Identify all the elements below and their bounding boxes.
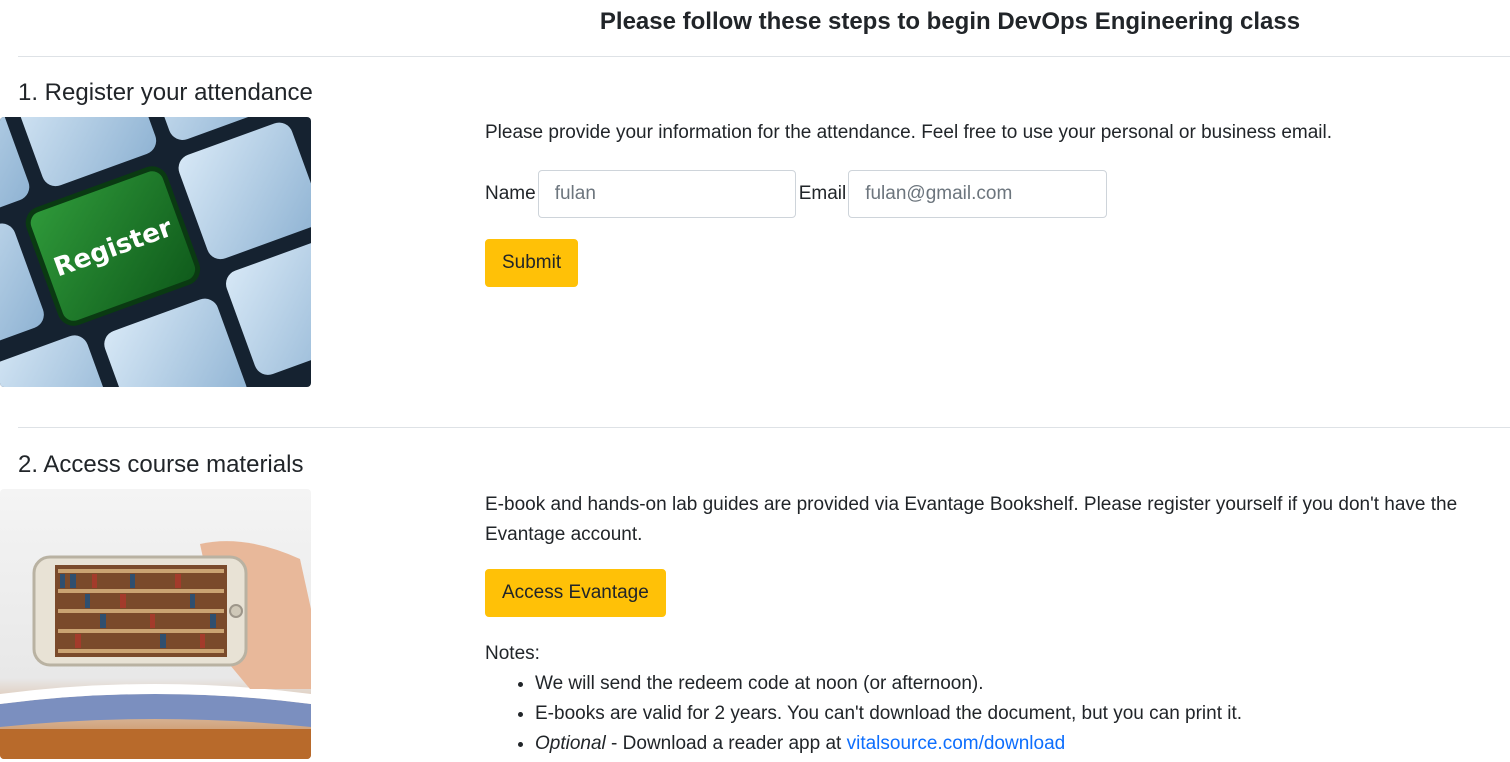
email-input[interactable] (848, 170, 1108, 218)
optional-label: Optional (535, 733, 606, 754)
name-label: Name (485, 183, 536, 204)
page-title: Please follow these steps to begin DevOp… (599, 8, 1301, 35)
register-content: Please provide your information for the … (485, 118, 1500, 287)
notes-list: We will send the redeem code at noon (or… (485, 669, 1500, 759)
notes-label: Notes: (485, 643, 540, 664)
materials-content: E-book and hands-on lab guides are provi… (485, 490, 1500, 759)
register-key-illustration: Register (0, 117, 311, 387)
list-item: We will send the redeem code at noon (or… (535, 669, 1500, 699)
access-evantage-button[interactable]: Access Evantage (485, 569, 666, 617)
divider-middle (18, 427, 1510, 428)
submit-button[interactable]: Submit (485, 239, 579, 287)
materials-heading: 2. Access course materials (18, 451, 304, 478)
list-item: E-books are valid for 2 years. You can't… (535, 699, 1500, 729)
register-heading: 1. Register your attendance (18, 79, 313, 106)
attendance-form: Name Email (485, 170, 1500, 218)
email-label: Email (798, 183, 847, 204)
vitalsource-download-link[interactable]: vitalsource.com/download (847, 733, 1066, 754)
name-input[interactable] (537, 170, 796, 218)
phone-bookshelf-illustration (0, 489, 311, 759)
optional-text: - Download a reader app at (605, 733, 847, 754)
list-item: Optional - Download a reader app at vita… (535, 729, 1500, 759)
register-image: Register (0, 117, 311, 387)
divider-top (18, 56, 1510, 57)
materials-description: E-book and hands-on lab guides are provi… (485, 494, 1458, 545)
materials-image (0, 489, 311, 759)
register-description: Please provide your information for the … (485, 122, 1333, 143)
